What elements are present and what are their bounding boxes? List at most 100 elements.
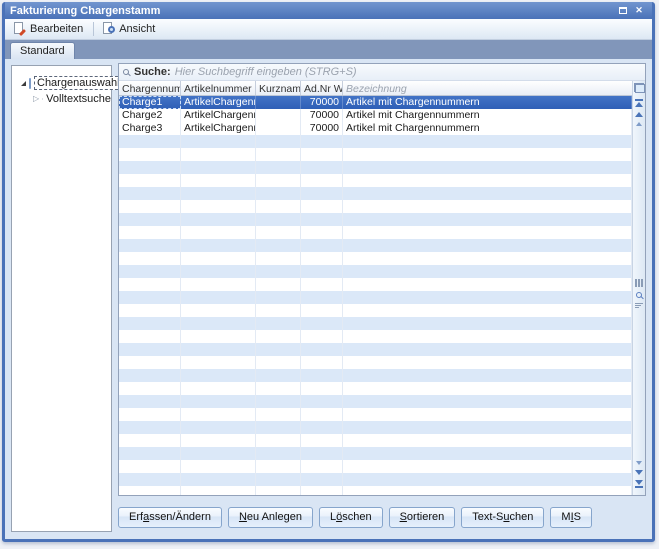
table-cell[interactable]: ArtikelChargennumme <box>181 122 256 135</box>
text-suchen-button[interactable]: Text-Suchen <box>461 507 544 528</box>
table-cell[interactable] <box>343 148 632 161</box>
table-cell[interactable] <box>256 395 301 408</box>
table-row[interactable]: Charge1ArtikelChargennumme70000Artikel m… <box>119 96 632 109</box>
table-cell[interactable] <box>181 369 256 382</box>
column-header-chargennummer[interactable]: Chargennummer ▼ <box>119 81 181 95</box>
table-cell[interactable] <box>181 317 256 330</box>
table-cell[interactable] <box>256 408 301 421</box>
table-cell[interactable]: Charge1 <box>119 96 181 109</box>
table-cell[interactable] <box>343 135 632 148</box>
table-cell[interactable] <box>301 486 343 495</box>
table-cell[interactable] <box>256 330 301 343</box>
table-cell[interactable] <box>256 291 301 304</box>
table-cell[interactable] <box>119 343 181 356</box>
table-cell[interactable] <box>301 161 343 174</box>
table-cell[interactable] <box>301 226 343 239</box>
table-cell[interactable] <box>119 252 181 265</box>
table-row[interactable] <box>119 187 632 200</box>
table-cell[interactable] <box>256 109 301 122</box>
table-cell[interactable] <box>181 135 256 148</box>
columns-icon[interactable] <box>635 279 643 287</box>
table-cell[interactable] <box>119 148 181 161</box>
table-cell[interactable] <box>256 278 301 291</box>
table-cell[interactable] <box>301 187 343 200</box>
table-cell[interactable] <box>181 252 256 265</box>
table-row[interactable] <box>119 356 632 369</box>
table-cell[interactable] <box>256 486 301 495</box>
scroll-down-small-icon[interactable] <box>636 461 642 465</box>
table-cell[interactable] <box>301 135 343 148</box>
table-row[interactable] <box>119 174 632 187</box>
table-cell[interactable] <box>181 239 256 252</box>
table-cell[interactable] <box>256 447 301 460</box>
table-cell[interactable] <box>301 408 343 421</box>
table-cell[interactable] <box>256 161 301 174</box>
table-cell[interactable] <box>119 226 181 239</box>
table-cell[interactable] <box>343 200 632 213</box>
scroll-up-small-icon[interactable] <box>636 122 642 126</box>
table-cell[interactable] <box>256 122 301 135</box>
table-row[interactable] <box>119 226 632 239</box>
table-cell[interactable] <box>119 239 181 252</box>
table-cell[interactable] <box>181 148 256 161</box>
table-cell[interactable] <box>256 343 301 356</box>
table-cell[interactable] <box>301 317 343 330</box>
table-row[interactable] <box>119 421 632 434</box>
table-cell[interactable] <box>181 330 256 343</box>
table-cell[interactable] <box>343 226 632 239</box>
expander-open-icon[interactable] <box>21 81 26 86</box>
table-cell[interactable] <box>119 382 181 395</box>
table-cell[interactable] <box>301 447 343 460</box>
table-row[interactable] <box>119 343 632 356</box>
table-cell[interactable] <box>343 421 632 434</box>
table-row[interactable] <box>119 447 632 460</box>
table-cell[interactable] <box>181 447 256 460</box>
table-cell[interactable] <box>181 265 256 278</box>
table-cell[interactable]: ArtikelChargennumme <box>181 96 256 109</box>
table-cell[interactable] <box>119 161 181 174</box>
table-cell[interactable] <box>301 174 343 187</box>
table-row[interactable] <box>119 265 632 278</box>
table-cell[interactable]: Artikel mit Chargennummern <box>343 109 632 122</box>
table-cell[interactable] <box>343 187 632 200</box>
table-cell[interactable] <box>256 265 301 278</box>
table-cell[interactable] <box>256 434 301 447</box>
table-cell[interactable] <box>343 304 632 317</box>
table-cell[interactable] <box>181 278 256 291</box>
table-row[interactable] <box>119 252 632 265</box>
table-cell[interactable]: Charge2 <box>119 109 181 122</box>
table-cell[interactable] <box>119 304 181 317</box>
table-cell[interactable] <box>119 447 181 460</box>
table-cell[interactable] <box>301 473 343 486</box>
table-row[interactable] <box>119 473 632 486</box>
table-cell[interactable] <box>119 174 181 187</box>
table-cell[interactable] <box>181 421 256 434</box>
table-cell[interactable] <box>181 161 256 174</box>
table-cell[interactable] <box>181 187 256 200</box>
table-cell[interactable] <box>119 291 181 304</box>
table-cell[interactable] <box>181 213 256 226</box>
table-cell[interactable] <box>119 265 181 278</box>
table-cell[interactable] <box>301 382 343 395</box>
table-cell[interactable] <box>181 291 256 304</box>
table-cell[interactable] <box>256 213 301 226</box>
table-row[interactable] <box>119 291 632 304</box>
table-cell[interactable] <box>119 200 181 213</box>
table-cell[interactable] <box>343 265 632 278</box>
table-cell[interactable] <box>343 369 632 382</box>
table-cell[interactable] <box>181 382 256 395</box>
table-cell[interactable] <box>181 304 256 317</box>
table-cell[interactable] <box>256 200 301 213</box>
tree-item-volltextsuche[interactable]: ▷ Volltextsuche <box>12 91 111 107</box>
table-cell[interactable] <box>256 356 301 369</box>
table-cell[interactable] <box>343 486 632 495</box>
column-header-artikelnummer[interactable]: Artikelnummer <box>181 81 256 95</box>
table-row[interactable] <box>119 460 632 473</box>
table-cell[interactable] <box>301 304 343 317</box>
table-cell[interactable] <box>256 460 301 473</box>
table-cell[interactable] <box>301 213 343 226</box>
table-cell[interactable] <box>343 460 632 473</box>
table-cell[interactable] <box>301 421 343 434</box>
table-cell[interactable] <box>343 213 632 226</box>
table-cell[interactable]: ArtikelChargennumme <box>181 109 256 122</box>
